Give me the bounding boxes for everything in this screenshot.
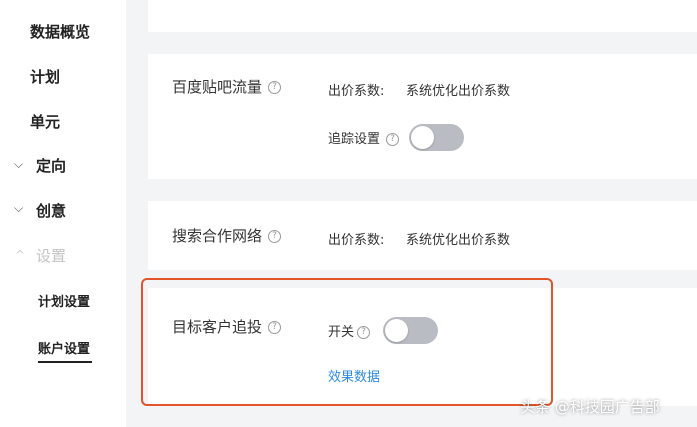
chevron-up-icon[interactable]: ^ <box>15 248 25 262</box>
card-top-partial <box>148 0 697 32</box>
sidebar-item-plan[interactable]: 计划 <box>30 66 60 87</box>
tracking-toggle[interactable] <box>409 124 464 151</box>
sidebar-item-overview[interactable]: 数据概览 <box>30 21 90 42</box>
sidebar-subitem-account-settings[interactable]: 账户设置 <box>38 338 90 357</box>
toggle-knob <box>411 126 434 149</box>
bid-factor-label: 出价系数: <box>328 84 385 99</box>
help-icon[interactable]: ? <box>268 81 282 94</box>
help-icon[interactable]: ? <box>268 230 282 243</box>
watermark: 头条 @科技园广告部 <box>520 398 660 416</box>
sidebar: 数据概览 计划 单元 ⌵ 定向 ⌵ 创意 ^ 设置 计划设置 账户设置 <box>0 0 126 427</box>
card-title-baidu-tieba: 百度贴吧流量? <box>172 76 282 97</box>
card-baidu-tieba <box>148 54 697 179</box>
bid-factor-value: 系统优化出价系数 <box>406 84 511 99</box>
card-title-search-network: 搜索合作网络? <box>172 225 282 246</box>
help-icon[interactable]: ? <box>386 133 400 146</box>
bid-factor-label: 出价系数: <box>328 233 385 248</box>
chevron-down-icon[interactable]: ⌵ <box>14 157 23 172</box>
tracking-settings-label: 追踪设置? <box>328 128 400 147</box>
sidebar-item-unit[interactable]: 单元 <box>30 111 60 132</box>
active-indicator <box>38 361 92 363</box>
sidebar-subitem-plan-settings[interactable]: 计划设置 <box>38 291 90 310</box>
sidebar-item-settings[interactable]: 设置 <box>36 245 66 266</box>
sidebar-item-targeting[interactable]: 定向 <box>36 155 66 176</box>
highlight-annotation <box>141 278 553 406</box>
chevron-down-icon[interactable]: ⌵ <box>14 201 23 216</box>
bid-factor-value: 系统优化出价系数 <box>406 233 511 248</box>
sidebar-item-creative[interactable]: 创意 <box>36 200 66 221</box>
